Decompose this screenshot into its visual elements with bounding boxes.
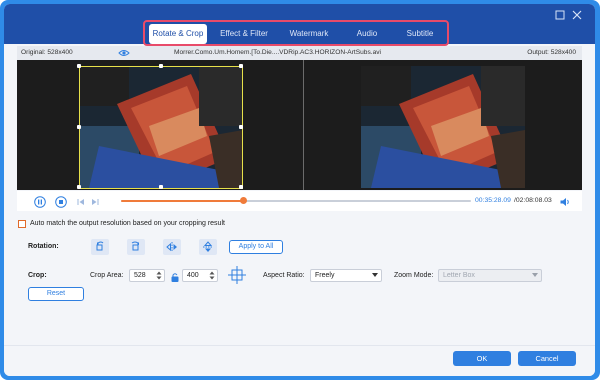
crop-area-label: Crop Area: [90,272,124,279]
crop-handle-top-right[interactable] [239,64,243,68]
maximize-icon[interactable] [553,9,567,23]
close-icon[interactable] [570,9,584,23]
crop-width-stepper[interactable] [156,270,162,281]
tab-effect-filter[interactable]: Effect & Filter [213,24,275,44]
title-bar: Rotate & Crop Effect & Filter Watermark … [4,4,595,46]
playback-controls: 00:35:28.09 /02:08:08.03 [17,191,582,211]
volume-icon[interactable] [559,195,571,207]
tab-rotate-crop[interactable]: Rotate & Crop [149,24,207,44]
next-frame-icon[interactable] [89,195,101,207]
original-resolution: Original: 528x400 [21,49,73,56]
tab-subtitle[interactable]: Subtitle [395,24,445,44]
total-time: /02:08:08.03 [514,197,552,204]
tab-audio[interactable]: Audio [343,24,391,44]
crop-height-stepper[interactable] [209,270,215,281]
eye-icon[interactable] [118,48,130,58]
apply-to-all-button[interactable]: Apply to All [229,240,283,254]
timeline-slider[interactable] [121,197,471,204]
editor-window: Rotate & Crop Effect & Filter Watermark … [4,4,595,376]
crop-height-field[interactable]: 400 [182,269,218,282]
flip-horizontal-icon[interactable] [163,239,181,255]
video-preview-area [17,60,582,190]
crop-height-value: 400 [187,272,199,279]
cancel-button[interactable]: Cancel [518,351,576,366]
flip-vertical-icon[interactable] [199,239,217,255]
crop-label: Crop: [28,272,47,279]
timeline-knob[interactable] [240,197,247,204]
preview-divider [303,60,304,190]
previous-frame-icon[interactable] [75,195,87,207]
crop-handle-bottom-left[interactable] [77,185,81,189]
file-name: Morrer.Como.Um.Homem.[To.Die....VDRip.AC… [174,49,382,56]
output-video-frame [361,66,525,188]
current-time: 00:35:28.09 [475,197,511,204]
chevron-down-icon [532,273,538,277]
reset-button[interactable]: Reset [28,287,84,301]
auto-match-checkbox[interactable] [18,220,26,228]
zoom-mode-value: Letter Box [443,272,475,279]
tab-watermark[interactable]: Watermark [279,24,339,44]
crop-selection-box[interactable] [77,64,243,189]
crop-handle-bottom[interactable] [159,185,163,189]
output-resolution: Output: 528x400 [527,49,576,56]
crop-handle-left[interactable] [77,125,81,129]
stop-icon[interactable] [55,195,67,208]
ok-button[interactable]: OK [453,351,511,366]
crop-handle-top[interactable] [159,64,163,68]
tab-bar: Rotate & Crop Effect & Filter Watermark … [143,20,449,46]
rotation-label: Rotation: [28,243,59,250]
crop-handle-right[interactable] [239,125,243,129]
pause-icon[interactable] [34,195,46,208]
crop-handle-top-left[interactable] [77,64,81,68]
crop-width-value: 528 [134,272,146,279]
crop-handle-bottom-right[interactable] [239,185,243,189]
info-bar: Original: 528x400 Morrer.Como.Um.Homem.[… [17,46,582,60]
rotate-right-icon[interactable] [127,239,145,255]
aspect-ratio-select[interactable]: Freely [310,269,382,282]
chevron-down-icon [372,273,378,277]
rotate-left-icon[interactable] [91,239,109,255]
timeline-progress [121,200,244,202]
lock-icon[interactable] [170,270,180,282]
crosshair-icon[interactable] [226,265,248,285]
aspect-ratio-value: Freely [315,272,335,279]
zoom-mode-label: Zoom Mode: [394,272,434,279]
aspect-ratio-label: Aspect Ratio: [263,272,305,279]
auto-match-label: Auto match the output resolution based o… [30,220,225,227]
crop-width-field[interactable]: 528 [129,269,165,282]
zoom-mode-select[interactable]: Letter Box [438,269,542,282]
